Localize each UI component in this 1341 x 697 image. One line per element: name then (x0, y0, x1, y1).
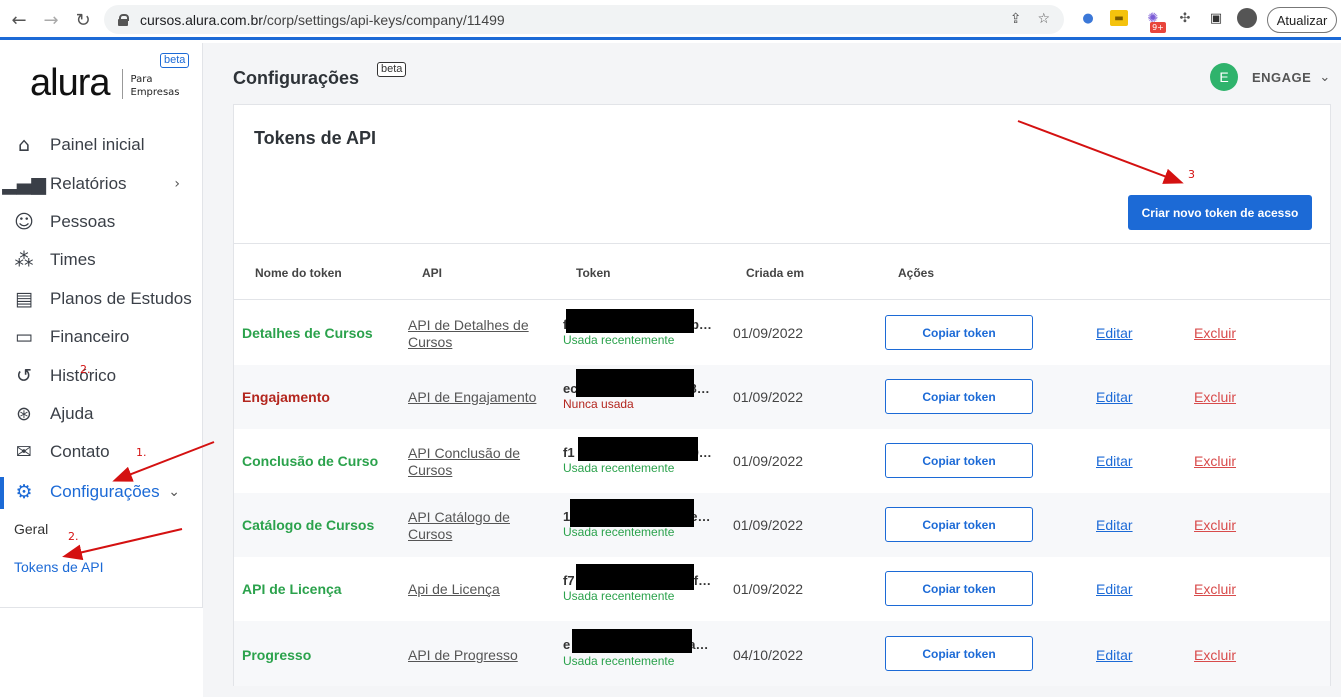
annotation-arrow-1 (112, 441, 215, 482)
annotation-label-2b: 2. (68, 530, 79, 543)
annotation-label-2a: 2. (80, 363, 91, 376)
annotation-arrow-3 (1017, 120, 1184, 184)
annotation-label-1: 1. (136, 446, 147, 459)
annotation-arrows (62, 120, 1184, 561)
annotation-arrow-2 (62, 528, 183, 561)
annotation-label-3: 3 (1188, 168, 1195, 181)
